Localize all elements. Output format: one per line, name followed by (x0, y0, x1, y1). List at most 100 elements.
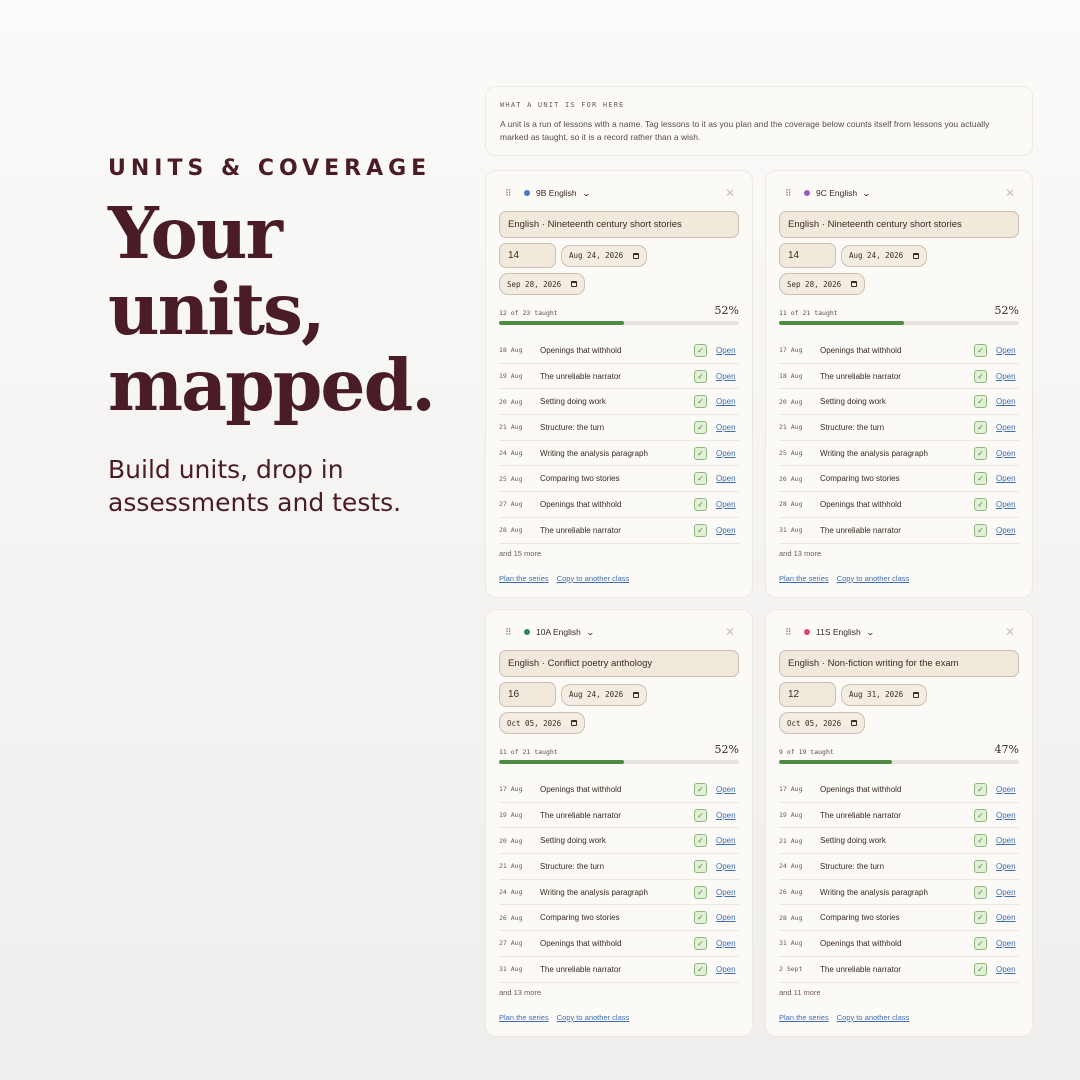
chevron-down-icon[interactable]: ⌄ (586, 628, 595, 637)
taught-checkbox[interactable]: ✓ (694, 834, 707, 848)
unit-title-input[interactable]: English · Non-fiction writing for the ex… (779, 650, 1019, 677)
open-lesson-link[interactable]: Open (716, 474, 739, 483)
taught-checkbox[interactable]: ✓ (974, 911, 987, 925)
chevron-down-icon[interactable]: ⌄ (581, 189, 590, 198)
open-lesson-link[interactable]: Open (996, 397, 1019, 406)
plan-series-link[interactable]: Plan the series (499, 1013, 549, 1022)
start-date-input[interactable]: Aug 24, 2026 (841, 244, 928, 267)
taught-checkbox[interactable]: ✓ (974, 834, 987, 848)
class-select[interactable]: 10A English (536, 627, 581, 637)
open-lesson-link[interactable]: Open (996, 785, 1019, 794)
taught-checkbox[interactable]: ✓ (694, 911, 707, 925)
taught-checkbox[interactable]: ✓ (694, 808, 707, 822)
unit-title-input[interactable]: English · Nineteenth century short stori… (779, 211, 1019, 238)
taught-checkbox[interactable]: ✓ (694, 885, 707, 899)
open-lesson-link[interactable]: Open (996, 474, 1019, 483)
taught-checkbox[interactable]: ✓ (974, 446, 987, 460)
taught-checkbox[interactable]: ✓ (974, 523, 987, 537)
taught-checkbox[interactable]: ✓ (694, 343, 707, 357)
plan-series-link[interactable]: Plan the series (779, 574, 829, 583)
open-lesson-link[interactable]: Open (716, 862, 739, 871)
open-lesson-link[interactable]: Open (716, 888, 739, 897)
open-lesson-link[interactable]: Open (996, 372, 1019, 381)
taught-checkbox[interactable]: ✓ (974, 962, 987, 976)
open-lesson-link[interactable]: Open (716, 913, 739, 922)
copy-class-link[interactable]: Copy to another class (837, 574, 910, 583)
open-lesson-link[interactable]: Open (716, 423, 739, 432)
plan-series-link[interactable]: Plan the series (499, 574, 549, 583)
drag-handle-icon[interactable]: ⠿ (785, 188, 799, 199)
taught-checkbox[interactable]: ✓ (974, 343, 987, 357)
open-lesson-link[interactable]: Open (996, 449, 1019, 458)
taught-checkbox[interactable]: ✓ (974, 369, 987, 383)
class-select[interactable]: 9C English (816, 188, 857, 198)
taught-checkbox[interactable]: ✓ (974, 859, 987, 873)
taught-checkbox[interactable]: ✓ (694, 497, 707, 511)
taught-checkbox[interactable]: ✓ (694, 446, 707, 460)
end-date-input[interactable]: Oct 05, 2026 (499, 712, 586, 734)
taught-checkbox[interactable]: ✓ (694, 420, 707, 434)
open-lesson-link[interactable]: Open (716, 526, 739, 535)
close-icon[interactable]: ✕ (725, 186, 735, 200)
taught-checkbox[interactable]: ✓ (974, 497, 987, 511)
class-select[interactable]: 9B English (536, 188, 577, 198)
open-lesson-link[interactable]: Open (716, 785, 739, 794)
unit-title-input[interactable]: English · Conflict poetry anthology (499, 650, 739, 677)
copy-class-link[interactable]: Copy to another class (837, 1013, 910, 1022)
open-lesson-link[interactable]: Open (996, 423, 1019, 432)
close-icon[interactable]: ✕ (725, 625, 735, 639)
open-lesson-link[interactable]: Open (996, 500, 1019, 509)
open-lesson-link[interactable]: Open (996, 913, 1019, 922)
lesson-count-input[interactable]: 16 (499, 682, 556, 707)
start-date-input[interactable]: Aug 24, 2026 (561, 683, 648, 706)
plan-series-link[interactable]: Plan the series (779, 1013, 829, 1022)
unit-title-input[interactable]: English · Nineteenth century short stori… (499, 211, 739, 238)
open-lesson-link[interactable]: Open (716, 500, 739, 509)
chevron-down-icon[interactable]: ⌄ (865, 628, 874, 637)
drag-handle-icon[interactable]: ⠿ (505, 627, 519, 638)
taught-checkbox[interactable]: ✓ (974, 936, 987, 950)
drag-handle-icon[interactable]: ⠿ (785, 627, 799, 638)
open-lesson-link[interactable]: Open (996, 836, 1019, 845)
start-date-input[interactable]: Aug 31, 2026 (841, 683, 928, 706)
open-lesson-link[interactable]: Open (716, 449, 739, 458)
taught-checkbox[interactable]: ✓ (694, 962, 707, 976)
class-select[interactable]: 11S English (816, 627, 861, 637)
end-date-input[interactable]: Sep 28, 2026 (499, 273, 586, 295)
open-lesson-link[interactable]: Open (716, 939, 739, 948)
close-icon[interactable]: ✕ (1005, 186, 1015, 200)
start-date-input[interactable]: Aug 24, 2026 (561, 244, 648, 267)
taught-checkbox[interactable]: ✓ (694, 936, 707, 950)
taught-checkbox[interactable]: ✓ (974, 395, 987, 409)
open-lesson-link[interactable]: Open (716, 965, 739, 974)
open-lesson-link[interactable]: Open (716, 836, 739, 845)
open-lesson-link[interactable]: Open (996, 811, 1019, 820)
lesson-count-input[interactable]: 12 (779, 682, 836, 707)
taught-checkbox[interactable]: ✓ (694, 369, 707, 383)
drag-handle-icon[interactable]: ⠿ (505, 188, 519, 199)
chevron-down-icon[interactable]: ⌄ (862, 189, 871, 198)
open-lesson-link[interactable]: Open (716, 811, 739, 820)
taught-checkbox[interactable]: ✓ (694, 782, 707, 796)
taught-checkbox[interactable]: ✓ (974, 472, 987, 486)
open-lesson-link[interactable]: Open (716, 346, 739, 355)
open-lesson-link[interactable]: Open (996, 526, 1019, 535)
copy-class-link[interactable]: Copy to another class (557, 1013, 630, 1022)
lesson-count-input[interactable]: 14 (779, 243, 836, 268)
close-icon[interactable]: ✕ (1005, 625, 1015, 639)
open-lesson-link[interactable]: Open (996, 888, 1019, 897)
lesson-count-input[interactable]: 14 (499, 243, 556, 268)
taught-checkbox[interactable]: ✓ (974, 885, 987, 899)
open-lesson-link[interactable]: Open (716, 397, 739, 406)
end-date-input[interactable]: Oct 05, 2026 (779, 712, 866, 734)
end-date-input[interactable]: Sep 28, 2026 (779, 273, 866, 295)
open-lesson-link[interactable]: Open (996, 862, 1019, 871)
open-lesson-link[interactable]: Open (996, 939, 1019, 948)
taught-checkbox[interactable]: ✓ (974, 420, 987, 434)
taught-checkbox[interactable]: ✓ (694, 523, 707, 537)
open-lesson-link[interactable]: Open (996, 965, 1019, 974)
copy-class-link[interactable]: Copy to another class (557, 574, 630, 583)
taught-checkbox[interactable]: ✓ (974, 782, 987, 796)
taught-checkbox[interactable]: ✓ (694, 859, 707, 873)
taught-checkbox[interactable]: ✓ (694, 472, 707, 486)
